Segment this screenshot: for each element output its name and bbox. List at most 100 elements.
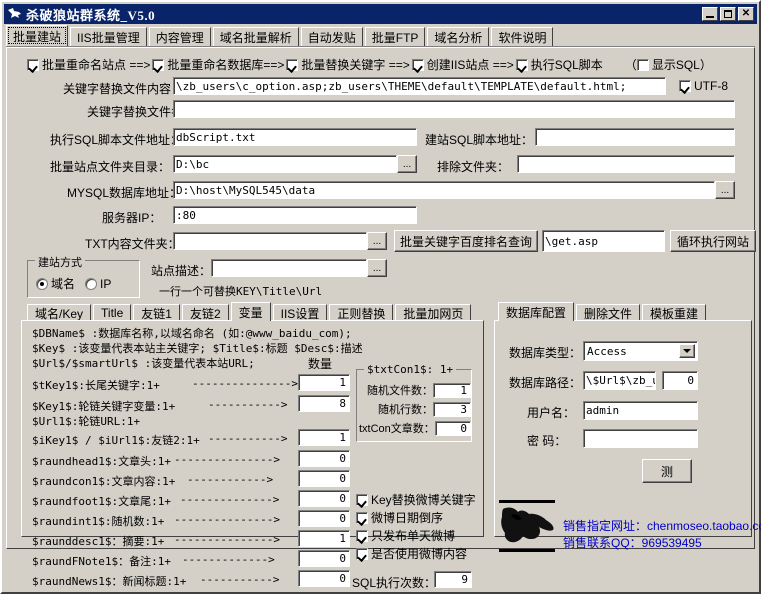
tab-software-help[interactable]: 软件说明: [491, 27, 554, 46]
variable-count-input[interactable]: 0: [298, 510, 350, 527]
checkbox-show-sql[interactable]: 显示SQL: [636, 56, 700, 73]
radio-build-mode-domain[interactable]: 域名: [36, 275, 75, 292]
variable-row-label: $raundFNote1$：备注:1+: [32, 555, 171, 568]
inner-tab-friendlink2[interactable]: 友链2: [181, 304, 229, 321]
keyword-file-name-input[interactable]: [173, 100, 735, 118]
db-config-panel: 数据库类型： Access 数据库路径： \$Url$\zb_us 0 用户名：…: [494, 320, 761, 552]
loop-exec-site-button[interactable]: 循环执行网站: [670, 230, 756, 252]
txtcon-group-title: $txtCon1$: 1+: [364, 363, 457, 376]
browse-batch-site-folder-button[interactable]: ...: [397, 155, 417, 173]
db-path-input[interactable]: \$Url$\zb_us: [583, 371, 656, 390]
variable-count-input[interactable]: 0: [298, 570, 350, 587]
tab-domain-batch-resolve[interactable]: 域名批量解析: [212, 27, 299, 46]
inner-tab-variables[interactable]: 变量: [230, 302, 271, 321]
tab-content-manage[interactable]: 内容管理: [148, 27, 211, 46]
build-mode-title: 建站方式: [35, 254, 85, 270]
checkbox-exec-sql-script[interactable]: 执行SQL脚本: [515, 56, 603, 73]
batch-site-folder-input[interactable]: D:\bc: [173, 155, 397, 173]
chevron-down-icon[interactable]: [679, 344, 695, 358]
label-server-ip: 服务器IP：: [102, 211, 162, 225]
label-username: 用户名：: [527, 406, 576, 420]
inner-tab-regex-replace[interactable]: 正则替换: [329, 304, 394, 321]
hint-text: 一行一个可替换KEY\Title\Url: [159, 285, 323, 298]
password-input[interactable]: [583, 429, 698, 448]
checkbox-batch-replace-keyword[interactable]: 批量替换关键字 ==>: [286, 56, 410, 73]
variable-row-dashes: ------------->: [182, 553, 275, 566]
label-random-line-count: 随机行数：: [378, 404, 433, 416]
radio-build-mode-ip[interactable]: IP: [85, 277, 111, 291]
inner-tab-strip: 域名/Key Title 友链1 友链2 变量 IIS设置 正则替换 批量加网页: [21, 302, 484, 321]
random-line-count-input[interactable]: 3: [433, 401, 471, 417]
tab-domain-analysis[interactable]: 域名分析: [427, 27, 490, 46]
txtcon-article-count-input[interactable]: 0: [434, 420, 471, 436]
build-sql-path-input[interactable]: [535, 128, 735, 146]
tab-iis-batch-manage[interactable]: IIS批量管理: [70, 27, 147, 46]
variable-count-input[interactable]: 0: [298, 490, 350, 507]
label-sql-exec-count: SQL执行次数：: [352, 576, 437, 590]
sql-script-path-input[interactable]: dbScript.txt: [173, 128, 417, 146]
variable-count-input[interactable]: 8: [298, 395, 350, 412]
baidu-rank-query-button[interactable]: 批量关键字百度排名查询: [394, 230, 538, 252]
tab-auto-post[interactable]: 自动发贴: [300, 27, 363, 46]
window-title: 杀破狼站群系统_V5.0: [26, 7, 156, 23]
variable-row-dashes: -------------->: [180, 493, 280, 506]
variable-row-label: $raundcon1$:文章内容:1+: [32, 475, 176, 488]
keyword-file-content-input[interactable]: \zb_users\c_option.asp;zb_users\THEME\de…: [173, 77, 666, 95]
db-path-extra-input[interactable]: 0: [662, 371, 698, 390]
label-build-sql-path: 建站SQL脚本地址：: [425, 133, 534, 147]
checkbox-publish-single-day-weibo[interactable]: 只发布单天微博: [356, 527, 455, 544]
site-desc-input[interactable]: [211, 259, 367, 277]
txt-content-folder-input[interactable]: [173, 232, 367, 250]
close-button[interactable]: ✕: [738, 7, 754, 21]
inner-tab-iis-settings[interactable]: IIS设置: [272, 304, 328, 321]
checkbox-create-iis-site[interactable]: 创建IIS站点 ==>: [411, 56, 514, 73]
variable-row-sublabel: $Url1$:轮链URL:1+: [32, 415, 141, 428]
inner-tab-batch-add-page[interactable]: 批量加网页: [395, 304, 472, 321]
label-txt-content-folder: TXT内容文件夹：: [85, 237, 180, 251]
inner-tab-domain-key[interactable]: 域名/Key: [27, 304, 92, 321]
browse-site-desc-button[interactable]: ...: [367, 259, 387, 277]
right-tab-db-config[interactable]: 数据库配置: [498, 302, 575, 321]
checkbox-batch-rename-db[interactable]: 批量重命名数据库==>: [152, 56, 284, 73]
browse-mysql-db-path-button[interactable]: ...: [715, 181, 735, 199]
test-db-button[interactable]: 测: [642, 459, 692, 483]
variable-count-input[interactable]: 0: [298, 450, 350, 467]
label-sql-script-path: 执行SQL脚本文件地址：: [50, 133, 183, 147]
minimize-button[interactable]: [702, 7, 718, 21]
inner-tab-title[interactable]: Title: [93, 304, 132, 321]
inner-tab-control: 域名/Key Title 友链1 友链2 变量 IIS设置 正则替换 批量加网页…: [21, 302, 484, 590]
variable-count-input[interactable]: 0: [298, 470, 350, 487]
variable-count-input[interactable]: 1: [298, 530, 350, 547]
username-input[interactable]: admin: [583, 401, 698, 420]
sql-exec-count-input[interactable]: 9: [434, 571, 472, 588]
maximize-button[interactable]: [720, 7, 736, 21]
db-type-select[interactable]: Access: [583, 341, 698, 361]
right-tab-template-rebuild[interactable]: 模板重建: [642, 304, 707, 321]
checkbox-use-weibo-content[interactable]: 是否使用微博内容: [356, 545, 467, 562]
inner-tab-friendlink1[interactable]: 友链1: [133, 304, 180, 321]
exclude-folder-input[interactable]: [517, 155, 735, 173]
checkbox-key-replace-weibo-keyword[interactable]: Key替换微博关键字: [356, 491, 476, 508]
txtcon-group: $txtCon1$: 1+ 随机文件数： 1 随机行数： 3 txtCon文章数…: [356, 363, 472, 442]
right-tab-delete-files[interactable]: 删除文件: [576, 304, 641, 321]
mysql-db-path-input[interactable]: D:\host\MySQL545\data: [173, 181, 715, 199]
radio-icon: [36, 277, 48, 290]
tab-batch-ftp[interactable]: 批量FTP: [364, 27, 426, 46]
checkbox-batch-rename-site[interactable]: 批量重命名站点 ==>: [27, 56, 150, 73]
random-file-count-input[interactable]: 1: [433, 382, 471, 398]
variable-count-input[interactable]: 0: [298, 550, 350, 567]
server-ip-input[interactable]: :80: [173, 206, 417, 224]
label-password: 密 码：: [527, 434, 567, 448]
variable-count-input[interactable]: 1: [298, 429, 350, 446]
browse-txt-content-folder-button[interactable]: ...: [367, 232, 387, 250]
check-icon: [515, 58, 528, 71]
get-asp-input[interactable]: \get.asp: [542, 230, 665, 252]
main-tab-strip: 批量建站 IIS批量管理 内容管理 域名批量解析 自动发贴 批量FTP 域名分析…: [6, 25, 755, 47]
checkbox-weibo-date-desc[interactable]: 微博日期倒序: [356, 509, 443, 526]
tab-batch-build[interactable]: 批量建站: [6, 25, 69, 46]
variable-count-input[interactable]: 1: [298, 374, 350, 391]
check-icon: [356, 529, 368, 542]
label-keyword-file-content: 关键字替换文件内容：: [63, 82, 184, 96]
checkbox-utf8[interactable]: UTF-8: [679, 79, 728, 93]
check-icon: [152, 58, 165, 71]
